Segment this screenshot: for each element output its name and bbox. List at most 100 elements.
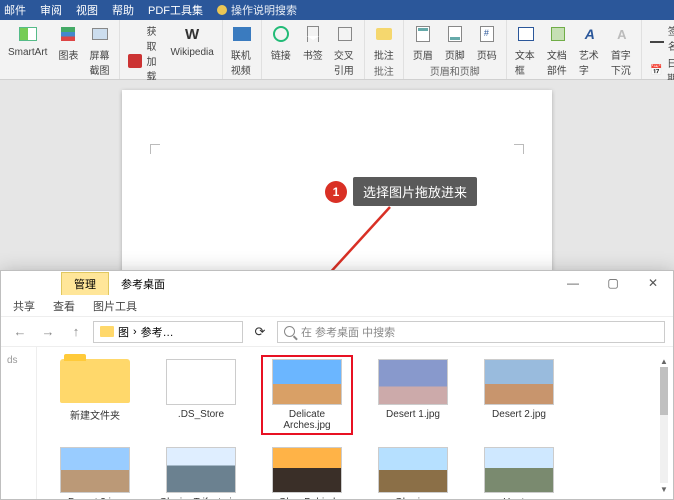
crumb-segment[interactable]: 图: [118, 324, 129, 340]
breadcrumb[interactable]: 图› 参考…: [93, 321, 243, 343]
explorer-tab-view[interactable]: 查看: [53, 298, 75, 314]
textbox-button[interactable]: 文本框: [513, 22, 539, 78]
link-button[interactable]: 链接: [268, 22, 294, 78]
bookmark-button[interactable]: 书签: [300, 22, 326, 78]
quickparts-icon: [547, 23, 569, 45]
contextual-tab-manage[interactable]: 管理: [61, 272, 109, 295]
file-item[interactable]: Hautes Pyrenees.jpg: [473, 443, 565, 499]
group-label: 页眉和页脚: [410, 63, 500, 79]
nav-up-button[interactable]: ↑: [65, 321, 87, 343]
explorer-tab-pictools[interactable]: 图片工具: [93, 298, 137, 314]
file-item[interactable]: Glacier Trifecta.jpg: [155, 443, 247, 499]
online-video-button[interactable]: 联机视频: [229, 22, 255, 78]
annotation-callout: 1 选择图片拖放进来: [325, 177, 477, 206]
ribbon: SmartArt 图表 屏幕截图 插图 获取加载项 我的加载项 WWikiped…: [0, 20, 674, 80]
close-button[interactable]: ✕: [633, 271, 673, 295]
window-title: 参考桌面: [109, 273, 553, 295]
textbox-icon: [515, 23, 537, 45]
comment-button[interactable]: 批注: [371, 22, 397, 63]
file-item[interactable]: Delicate Arches.jpg: [261, 355, 353, 435]
video-icon: [231, 23, 253, 45]
explorer-titlebar[interactable]: 管理 参考桌面 ― ▢ ✕: [1, 271, 673, 295]
tab-view[interactable]: 视图: [76, 2, 98, 18]
bookmark-icon: [302, 23, 324, 45]
file-name: 新建文件夹: [70, 407, 120, 422]
scroll-down-icon[interactable]: ▼: [657, 483, 671, 495]
signature-button[interactable]: 签名: [648, 22, 674, 54]
vertical-scrollbar[interactable]: ▲ ▼: [657, 355, 671, 495]
tab-pdftools[interactable]: PDF工具集: [148, 2, 203, 18]
explorer-tab-share[interactable]: 共享: [13, 298, 35, 314]
file-grid[interactable]: 新建文件夹 .DS_Store Delicate Arches.jpg Desert …: [37, 347, 673, 499]
group-comments: 批注 批注: [365, 20, 404, 79]
tell-me-label: 操作说明搜索: [231, 2, 297, 18]
sidebar-label: ds: [1, 347, 36, 374]
file-name: Delicate Arches.jpg: [265, 409, 349, 431]
minimize-button[interactable]: ―: [553, 271, 593, 295]
screenshot-button[interactable]: 屏幕截图: [87, 22, 113, 78]
crumb-segment[interactable]: 参考…: [141, 324, 174, 340]
wordart-button[interactable]: A艺术字: [577, 22, 603, 78]
file-name: Hautes Pyrenees.jpg: [477, 497, 561, 499]
smartart-icon: [17, 23, 39, 45]
screenshot-icon: [89, 23, 111, 45]
file-explorer-window: 管理 参考桌面 ― ▢ ✕ 共享 查看 图片工具 ← → ↑ 图› 参考… ⟳ …: [0, 270, 674, 500]
file-name: .DS_Store: [178, 409, 224, 420]
nav-refresh-button[interactable]: ⟳: [249, 321, 271, 343]
explorer-tabs: 共享 查看 图片工具: [1, 295, 673, 317]
image-thumbnail: [60, 447, 130, 493]
image-thumbnail: [484, 359, 554, 405]
smartart-button[interactable]: SmartArt: [6, 22, 49, 78]
pagenum-button[interactable]: 页码: [474, 22, 500, 63]
explorer-sidebar[interactable]: ds: [1, 347, 37, 499]
search-icon: [284, 326, 295, 337]
image-thumbnail: [272, 359, 342, 405]
group-media: 联机视频 媒体: [223, 20, 262, 79]
margin-corner-icon: [150, 144, 160, 154]
image-thumbnail: [272, 447, 342, 493]
nav-back-button[interactable]: ←: [9, 321, 31, 343]
file-item[interactable]: .DS_Store: [155, 355, 247, 435]
scroll-up-icon[interactable]: ▲: [657, 355, 671, 367]
image-thumbnail: [378, 447, 448, 493]
link-icon: [270, 23, 292, 45]
tab-review[interactable]: 审阅: [40, 2, 62, 18]
file-item[interactable]: Desert 2.jpg: [473, 355, 565, 435]
chart-button[interactable]: 图表: [55, 22, 81, 78]
wikipedia-icon: W: [181, 23, 203, 45]
group-rightstack: 签名 📅日期 ▦对象: [642, 20, 674, 79]
tab-mail[interactable]: 邮件: [4, 2, 26, 18]
calendar-icon: 📅: [650, 61, 663, 79]
store-icon: [128, 52, 142, 70]
crossref-button[interactable]: 交叉引用: [332, 22, 358, 78]
header-button[interactable]: 页眉: [410, 22, 436, 63]
group-illustrations: SmartArt 图表 屏幕截图 插图: [0, 20, 120, 79]
chart-icon: [57, 23, 79, 45]
nav-forward-button[interactable]: →: [37, 321, 59, 343]
maximize-button[interactable]: ▢: [593, 271, 633, 295]
scroll-thumb[interactable]: [660, 367, 668, 415]
explorer-navbar: ← → ↑ 图› 参考… ⟳ 在 参考桌面 中搜索: [1, 317, 673, 347]
image-thumbnail: [166, 359, 236, 405]
tab-help[interactable]: 帮助: [112, 2, 134, 18]
crossref-icon: [334, 23, 356, 45]
ribbon-tab-strip: 邮件 审阅 视图 帮助 PDF工具集 操作说明搜索: [0, 0, 674, 20]
file-item[interactable]: 新建文件夹: [49, 355, 141, 435]
explorer-search-input[interactable]: 在 参考桌面 中搜索: [277, 321, 665, 343]
file-item[interactable]: Glowing Summit.jpg: [367, 443, 459, 499]
image-thumbnail: [378, 359, 448, 405]
footer-icon: [444, 23, 466, 45]
file-item[interactable]: Glow Behind Hood.jpg: [261, 443, 353, 499]
wordart-icon: A: [579, 23, 601, 45]
tell-me-search[interactable]: 操作说明搜索: [217, 2, 297, 18]
folder-icon: [100, 326, 114, 337]
quickparts-button[interactable]: 文档部件: [545, 22, 571, 78]
file-item[interactable]: Desert 3.jpg: [49, 443, 141, 499]
file-name: Glacier Trifecta.jpg: [159, 497, 242, 499]
dropcap-button[interactable]: A首字下沉: [609, 22, 635, 78]
file-item[interactable]: Desert 1.jpg: [367, 355, 459, 435]
footer-button[interactable]: 页脚: [442, 22, 468, 63]
header-icon: [412, 23, 434, 45]
comment-icon: [373, 23, 395, 45]
file-name: Desert 1.jpg: [386, 409, 440, 420]
